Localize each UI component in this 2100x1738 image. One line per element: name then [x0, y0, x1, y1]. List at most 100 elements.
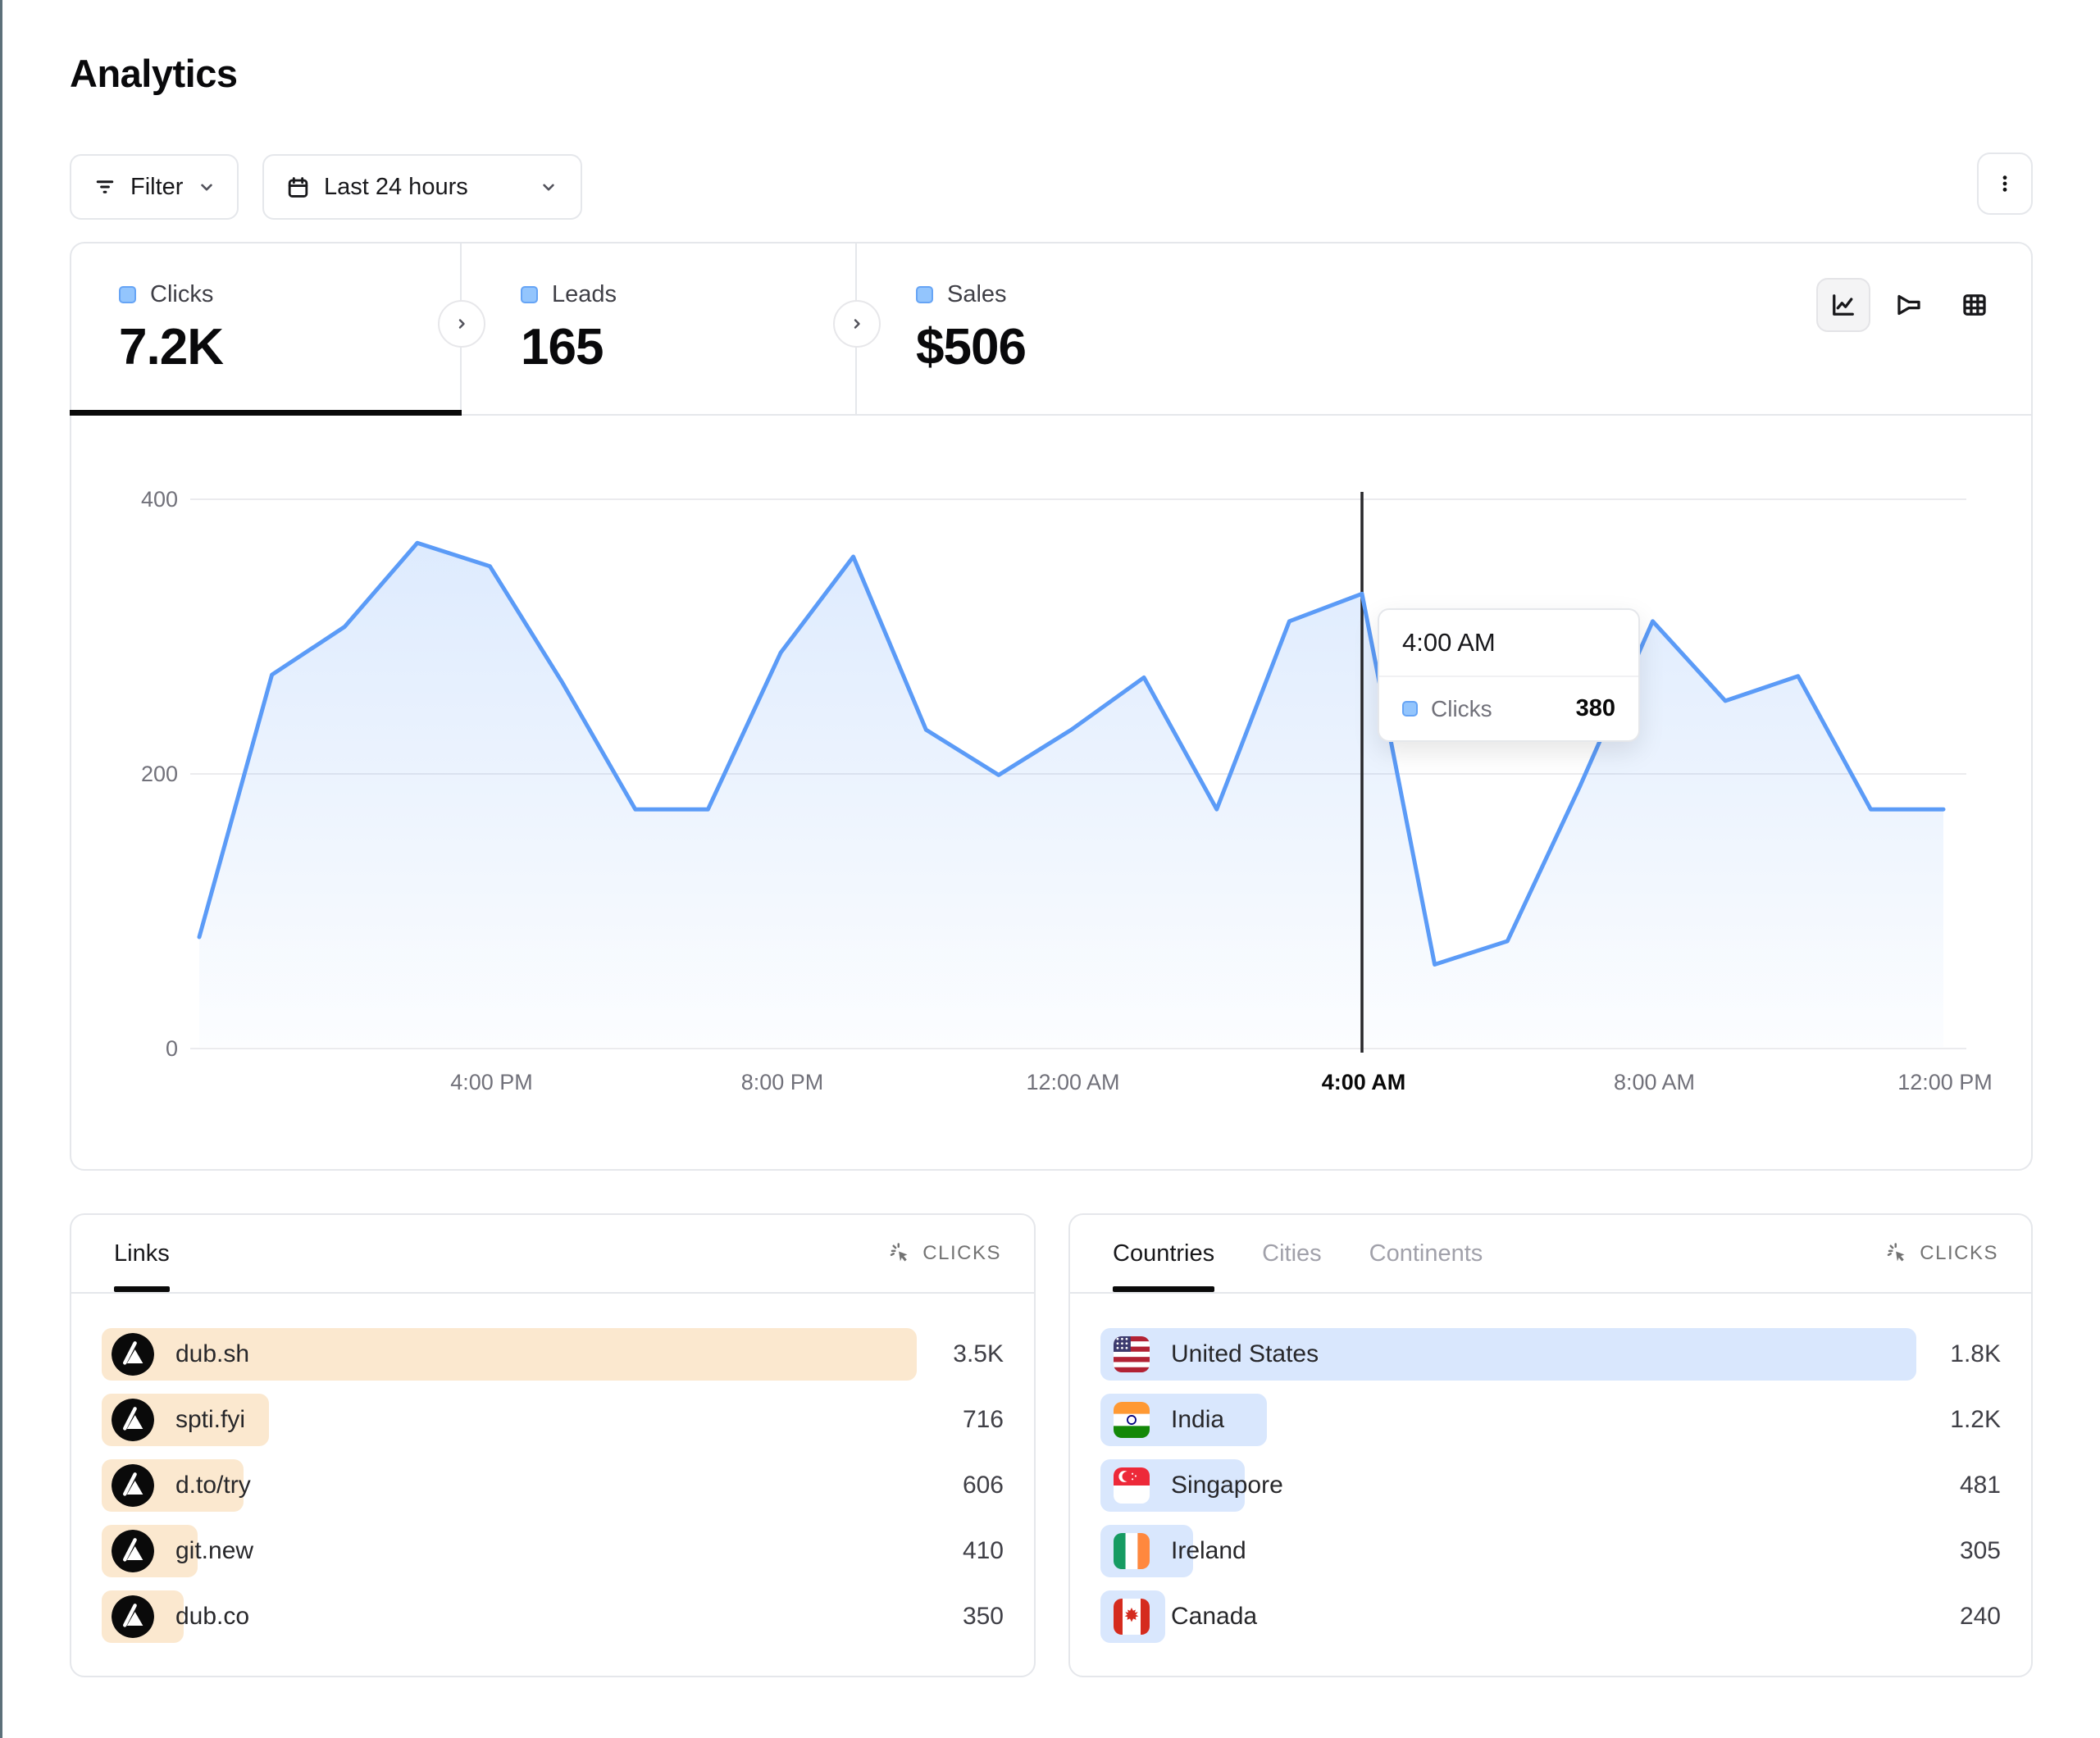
date-range-button[interactable]: Last 24 hours [262, 154, 582, 220]
link-row[interactable]: dub.sh 3.5K [102, 1328, 1004, 1381]
dub-logo-icon [112, 1333, 154, 1376]
table-grid-icon [1960, 290, 1989, 320]
chart-gridline [190, 773, 1966, 775]
stat-value: $506 [916, 318, 1252, 376]
x-axis-tick-label: 8:00 PM [692, 1070, 872, 1095]
dub-logo-icon [112, 1464, 154, 1507]
links-metric-label: CLICKS [922, 1242, 1001, 1265]
row-value: 305 [1960, 1537, 2001, 1565]
clicks-legend-chip [119, 286, 136, 303]
row-label: Ireland [1171, 1537, 1246, 1565]
countries-metric-label: CLICKS [1920, 1242, 1998, 1265]
left-edge-strip [0, 0, 2, 1738]
row-label: spti.fyi [175, 1406, 245, 1434]
x-axis-tick-label: 12:00 AM [983, 1070, 1164, 1095]
link-row[interactable]: spti.fyi 716 [102, 1394, 1004, 1446]
link-row[interactable]: dub.co 350 [102, 1590, 1004, 1643]
country-row[interactable]: United States1.8K [1100, 1328, 2001, 1381]
links-panel-header: Links CLICKS [71, 1215, 1034, 1294]
x-axis-tick-label: 8:00 AM [1565, 1070, 1745, 1095]
country-row[interactable]: India 1.2K [1100, 1394, 2001, 1446]
dub-logo-icon [112, 1595, 154, 1638]
cursor-click-icon [1885, 1241, 1910, 1266]
chart-gridline [190, 1048, 1966, 1049]
row-value: 1.2K [1950, 1406, 2001, 1434]
stat-label: Sales [947, 281, 1007, 308]
sg-flag-icon [1114, 1467, 1150, 1504]
row-label: India [1171, 1406, 1224, 1434]
funnel-chart-icon [1894, 290, 1924, 320]
sales-legend-chip [916, 286, 933, 303]
stat-value: 165 [521, 318, 855, 376]
filter-button[interactable]: Filter [70, 154, 239, 220]
row-value: 716 [963, 1406, 1004, 1434]
tooltip-legend-chip [1402, 701, 1418, 717]
tooltip-series-label: Clicks [1431, 696, 1492, 722]
country-row[interactable]: Canada 240 [1100, 1590, 2001, 1643]
row-value: 240 [1960, 1603, 2001, 1631]
in-flag-icon [1114, 1402, 1150, 1438]
link-row[interactable]: d.to/try606 [102, 1459, 1004, 1512]
row-label: dub.sh [175, 1340, 249, 1368]
expand-leads-sales-button[interactable] [833, 300, 881, 348]
row-value: 3.5K [953, 1340, 1004, 1368]
y-axis-tick-label: 400 [88, 487, 178, 512]
row-label: United States [1171, 1340, 1319, 1368]
funnel-chart-view-button[interactable] [1882, 278, 1936, 332]
row-value: 606 [963, 1472, 1004, 1499]
dub-logo-icon [112, 1399, 154, 1441]
tab-clicks[interactable]: Clicks 7.2K [71, 243, 462, 414]
page-title: Analytics [70, 51, 237, 96]
kebab-menu-icon [1992, 171, 2018, 197]
chevron-down-icon [538, 176, 559, 198]
filter-icon [93, 175, 117, 199]
x-axis-tick-label: 12:00 PM [1855, 1070, 2035, 1095]
tab-cities[interactable]: Cities [1262, 1215, 1322, 1292]
date-range-label: Last 24 hours [324, 174, 468, 201]
calendar-icon [285, 175, 311, 200]
row-value: 481 [1960, 1472, 2001, 1499]
row-label: Canada [1171, 1603, 1257, 1631]
chart-tooltip: 4:00 AM Clicks 380 [1378, 608, 1640, 742]
line-chart-icon [1829, 290, 1858, 320]
countries-panel: Countries Cities Continents CLICKS Unite… [1068, 1213, 2033, 1677]
filter-button-label: Filter [130, 174, 183, 201]
y-axis-tick-label: 200 [88, 762, 178, 787]
countries-panel-header: Countries Cities Continents CLICKS [1070, 1215, 2031, 1294]
tab-leads[interactable]: Leads 165 [462, 243, 857, 414]
chart-view-toggle [1816, 278, 2002, 332]
x-axis-tick-label: 4:00 AM [1273, 1070, 1454, 1095]
row-value: 350 [963, 1603, 1004, 1631]
chart-gridline [190, 498, 1966, 500]
countries-metric-selector[interactable]: CLICKS [1885, 1241, 1998, 1266]
links-panel: Links CLICKS dub.sh 3.5K spti.fyi 716 d.to/t… [70, 1213, 1036, 1677]
chevron-down-icon [196, 176, 217, 198]
country-row[interactable]: Ireland 305 [1100, 1525, 2001, 1577]
cursor-click-icon [888, 1241, 913, 1266]
chevron-right-icon [452, 314, 471, 334]
us-flag-icon [1114, 1336, 1150, 1372]
links-metric-selector[interactable]: CLICKS [888, 1241, 1001, 1266]
row-label: Singapore [1171, 1472, 1283, 1499]
tab-countries[interactable]: Countries [1113, 1215, 1214, 1292]
dub-logo-icon [112, 1530, 154, 1572]
expand-clicks-leads-button[interactable] [438, 300, 485, 348]
country-row[interactable]: Singapore 481 [1100, 1459, 2001, 1512]
row-label: git.new [175, 1537, 253, 1565]
tab-sales[interactable]: Sales $506 [857, 243, 1252, 414]
link-row[interactable]: git.new 410 [102, 1525, 1004, 1577]
analytics-chart-card: Clicks 7.2K Leads 165 Sales $506 [70, 242, 2033, 1171]
table-view-button[interactable] [1947, 278, 2002, 332]
row-label: dub.co [175, 1603, 249, 1631]
tooltip-time: 4:00 AM [1379, 610, 1638, 677]
ie-flag-icon [1114, 1533, 1150, 1569]
stat-value: 7.2K [119, 318, 460, 376]
line-chart-view-button[interactable] [1816, 278, 1870, 332]
stat-label: Leads [552, 281, 617, 308]
ca-flag-icon [1114, 1599, 1150, 1635]
tab-continents[interactable]: Continents [1369, 1215, 1483, 1292]
tab-links[interactable]: Links [114, 1215, 170, 1292]
x-axis-tick-label: 4:00 PM [402, 1070, 582, 1095]
row-value: 410 [963, 1537, 1004, 1565]
more-options-button[interactable] [1977, 152, 2033, 215]
